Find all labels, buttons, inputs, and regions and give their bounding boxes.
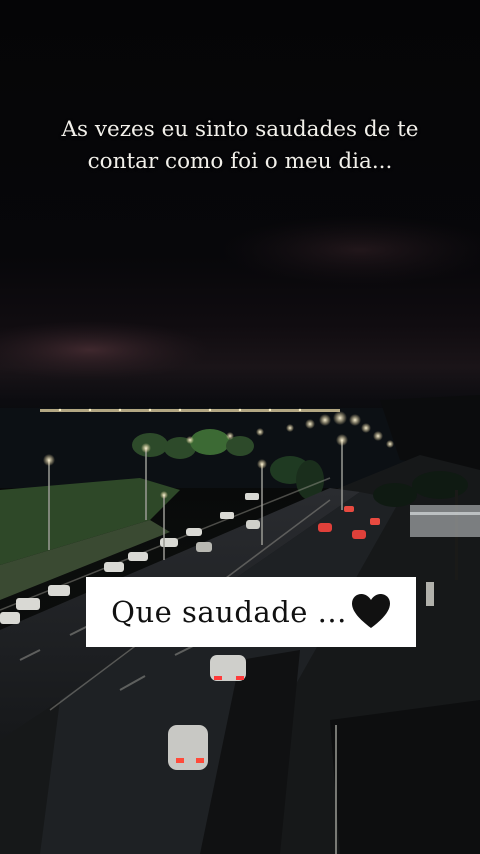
- black-heart-icon: [351, 594, 390, 628]
- text-sticker: Que saudade ...: [86, 577, 416, 647]
- sticker-text: Que saudade ...: [111, 595, 347, 629]
- story-frame: As vezes eu sinto saudades de te contar …: [0, 0, 480, 854]
- story-caption: As vezes eu sinto saudades de te contar …: [61, 117, 419, 174]
